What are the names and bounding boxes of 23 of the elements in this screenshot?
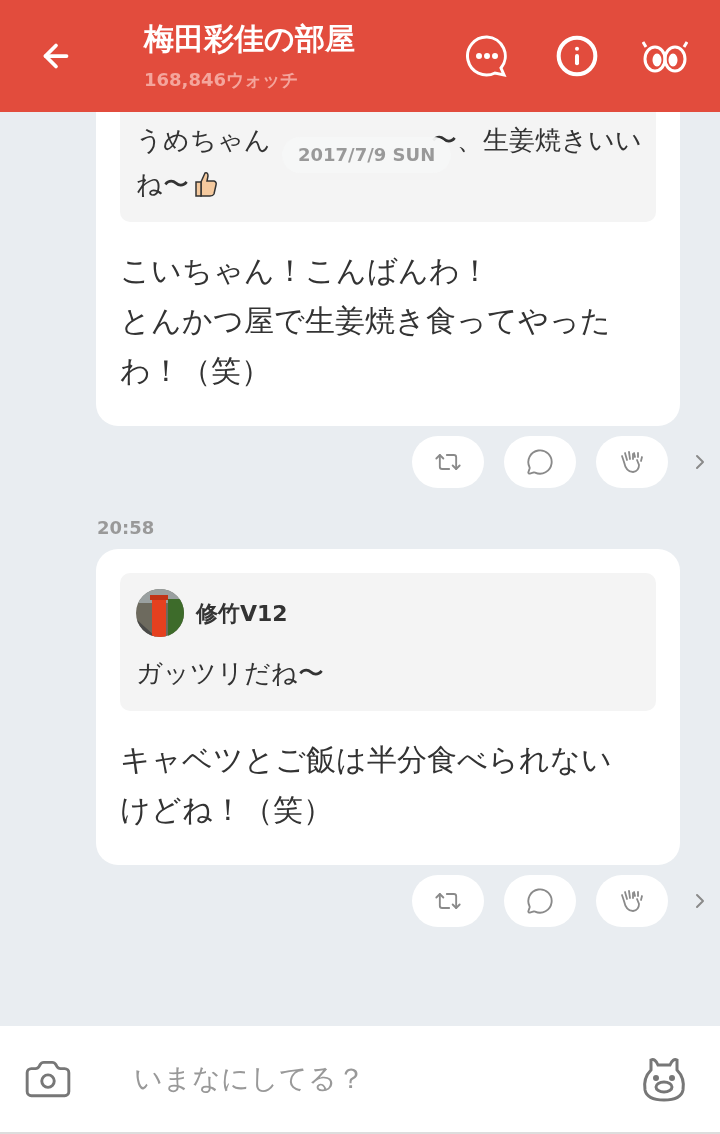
comment-button[interactable] — [504, 875, 576, 927]
hands-icon — [618, 448, 646, 476]
quote-text: うめちゃん — [136, 123, 271, 157]
timestamp: 20:58 — [97, 516, 156, 540]
message-text: こいちゃん！こんばんわ！ とんかつ屋で生姜焼き食ってやった わ！（笑） — [120, 252, 612, 390]
clap-button[interactable] — [596, 875, 668, 927]
comment-button[interactable] — [504, 436, 576, 488]
speech-bubble-dots-icon — [465, 34, 509, 78]
author-name: 修竹V12 — [196, 599, 288, 628]
room-title: 梅田彩佳の部屋 — [144, 19, 356, 58]
quote-text: ガッツリだね〜 — [136, 656, 324, 690]
info-icon — [555, 34, 599, 78]
clap-button[interactable] — [596, 436, 668, 488]
repost-button[interactable] — [412, 436, 484, 488]
message-text: キャベツとご飯は半分食べられない けどね！（笑） — [120, 741, 613, 829]
repost-button[interactable] — [412, 875, 484, 927]
watch-count: 168,846ウォッチ — [144, 67, 299, 92]
speech-bubble-icon — [526, 887, 554, 915]
eyes-icon — [642, 39, 688, 73]
quote-text: ね〜 — [136, 167, 189, 201]
hands-icon — [618, 887, 646, 915]
message-input[interactable]: いまなにしてる？ — [134, 1058, 638, 1100]
speech-bubble-icon — [526, 448, 554, 476]
